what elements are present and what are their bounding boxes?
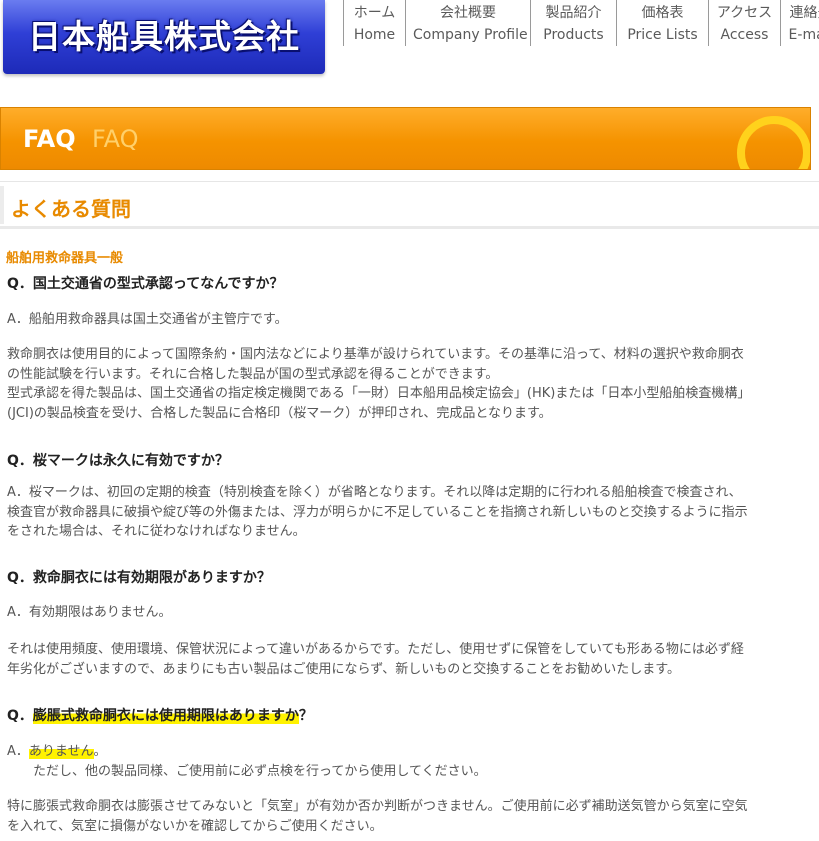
decorative-ring-icon [737, 116, 810, 169]
nav-item-access[interactable]: アクセス Access [708, 0, 780, 46]
banner-subtitle: FAQ [92, 125, 139, 153]
faq-answer-line: A．桜マークは、初回の定期的検査（特別検査を除く）が省略となります。それ以降は定… [7, 485, 742, 500]
faq-paragraph-line: (JCI)の製品検査を受け、合格した製品に合格印（桜マーク）が押印され、完成品と… [7, 406, 552, 421]
faq-answer-line: 検査官が救命器具に破損や綻び等の外傷または、浮力が明らかに不足していることを指摘… [7, 505, 748, 520]
faq-paragraph-line: 特に膨張式救命胴衣は膨張させてみないと「気室」が有効か否か判断がつきません。ご使… [7, 799, 748, 814]
faq-answer: A．船舶用救命器具は国土交通省が主管庁です。 [7, 312, 288, 327]
nav-label-jp: 会社概要 [440, 5, 496, 21]
faq-paragraph-line: 年劣化がございますので、あまりにも古い製品はご使用にならず、新しいものと交換する… [7, 662, 681, 677]
answer-suffix: 。 [93, 744, 107, 759]
nav-item-email[interactable]: 連絡先 E-mail [780, 0, 819, 46]
faq-paragraph-line: 型式承認を得た製品は、国土交通省の指定検定機関である「一財）日本船用品検定協会」… [7, 386, 751, 401]
nav-label-jp: ホーム [353, 5, 396, 21]
faq-paragraph-line: を入れて、気室に損傷がないかを確認してからご使用ください。 [7, 819, 383, 834]
nav-label-en: E-mail [788, 27, 819, 43]
highlighted-answer-text: ありません [28, 744, 94, 759]
company-logo[interactable]: 日本船具株式会社 [3, 0, 325, 74]
faq-banner: FAQ FAQ [0, 107, 811, 170]
nav-label-en: Access [720, 27, 769, 43]
highlighted-question-text: 膨脹式救命胴衣には使用期限はありますか [32, 708, 299, 724]
question-prefix: Q． [7, 708, 33, 724]
faq-question: Q．国土交通省の型式承認ってなんですか？ [7, 276, 284, 292]
nav-label-en: Company Profile [413, 27, 528, 43]
question-suffix: ？ [298, 708, 313, 724]
faq-answer: A．有効期限はありません。 [7, 605, 172, 620]
faq-question: Q．桜マークは永久に有効ですか？ [7, 453, 229, 469]
nav-label-jp: 製品紹介 [545, 5, 602, 21]
nav-label-jp: 連絡先 [789, 5, 819, 21]
faq-answer-line: ただし、他の製品同様、ご使用前に必ず点検を行ってから使用してください。 [33, 764, 487, 779]
faq-category-heading: 船舶用救命器具一般 [6, 251, 124, 266]
nav-item-company-profile[interactable]: 会社概要 Company Profile [405, 0, 530, 46]
faq-question: Q．膨脹式救命胴衣には使用期限はありますか？ [7, 705, 313, 725]
answer-prefix: A． [7, 744, 29, 759]
section-divider [0, 186, 4, 224]
nav-item-home[interactable]: ホーム Home [343, 0, 405, 46]
site-header: 日本船具株式会社 ホーム Home 会社概要 Company Profile 製… [0, 0, 819, 90]
faq-answer-line: をされた場合は、それに従わなければなりません。 [7, 524, 306, 539]
nav-label-jp: 価格表 [641, 5, 684, 21]
nav-label-en: Price Lists [627, 27, 698, 43]
nav-item-price-lists[interactable]: 価格表 Price Lists [616, 0, 708, 46]
nav-label-jp: アクセス [716, 5, 773, 21]
main-nav: ホーム Home 会社概要 Company Profile 製品紹介 Produ… [343, 0, 819, 46]
banner-title: FAQ [23, 125, 76, 153]
section-title: よくある質問 [11, 197, 131, 221]
nav-item-products[interactable]: 製品紹介 Products [530, 0, 616, 46]
logo-text: 日本船具株式会社 [28, 17, 300, 56]
nav-label-en: Home [353, 27, 396, 43]
faq-paragraph-line: の性能試験を行います。それに合格した製品が国の型式承認を得ることができます。 [7, 367, 499, 382]
faq-paragraph-line: 救命胴衣は使用目的によって国際条約・国内法などにより基準が設けられています。その… [7, 347, 744, 362]
faq-answer: A．ありません。 [7, 740, 107, 759]
faq-question: Q．救命胴衣には有効期限がありますか？ [7, 570, 271, 586]
nav-label-en: Products [543, 27, 604, 43]
faq-paragraph-line: それは使用頻度、使用環境、保管状況によって違いがあるからです。ただし、使用せずに… [7, 642, 744, 657]
section-header: よくある質問 [0, 181, 819, 229]
